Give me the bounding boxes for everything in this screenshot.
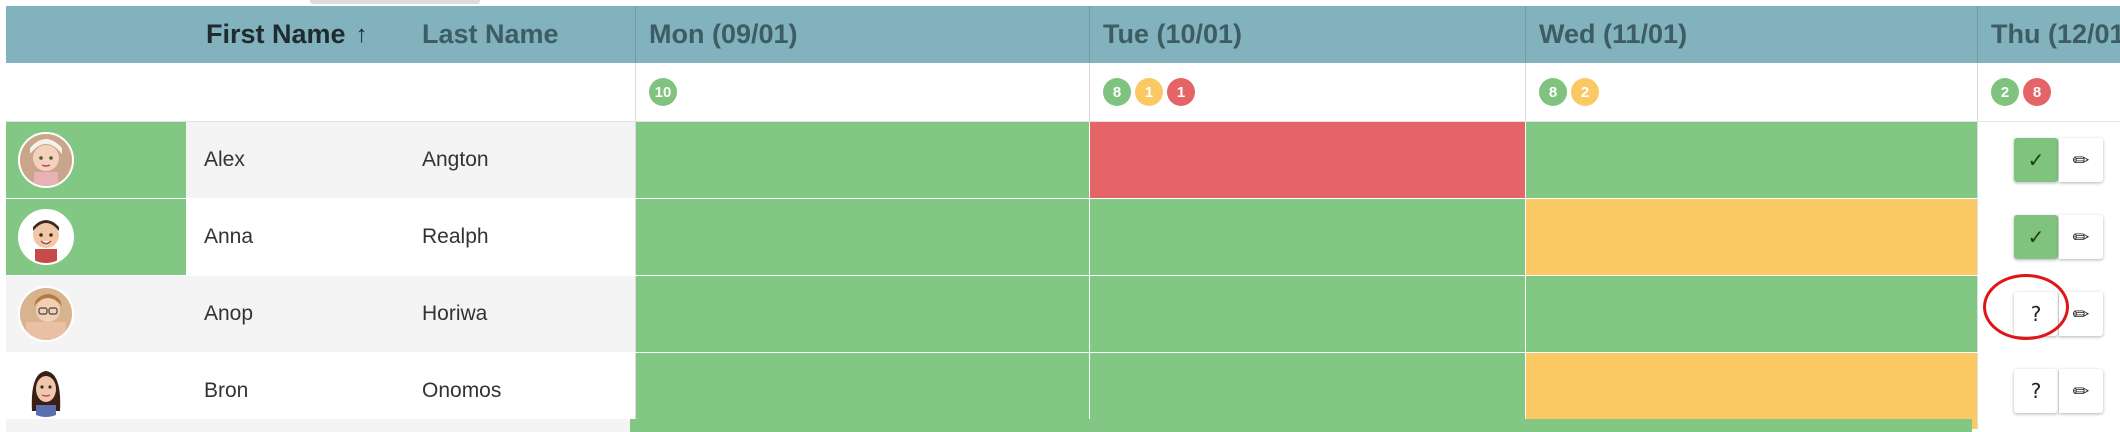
column-header-last-name[interactable]: Last Name [422, 6, 559, 63]
first-name: Anop [204, 302, 254, 325]
column-header-wed[interactable]: Wed (11/01) [1539, 6, 1687, 63]
table-row: Alex Angton ✓ ✏ [6, 122, 2120, 198]
day-cell-tue[interactable] [1090, 353, 1525, 429]
column-header-first-name[interactable]: First Name ↑ [206, 6, 368, 63]
day-cell-thu: ? ✏ [1978, 276, 2120, 352]
divider [1977, 6, 1978, 63]
column-header-tue[interactable]: Tue (10/01) [1103, 6, 1242, 63]
status-button[interactable]: ? [2014, 369, 2058, 413]
count-badge-green: 8 [1539, 78, 1567, 106]
first-name: Alex [204, 148, 245, 171]
summary-badges-wed: 8 2 [1539, 63, 1599, 121]
count-badge-red: 1 [1167, 78, 1195, 106]
avatar-cell [6, 276, 186, 352]
edit-button[interactable]: ✏ [2059, 138, 2103, 182]
avatar [18, 286, 74, 342]
summary-badges-tue: 8 1 1 [1103, 63, 1195, 121]
divider [635, 122, 636, 198]
day-cell-thu: ? ✏ [1978, 353, 2120, 429]
edit-button[interactable]: ✏ [2059, 292, 2103, 336]
name-cell [186, 199, 636, 275]
day-cell-thu: ✓ ✏ [1978, 122, 2120, 198]
column-header-mon[interactable]: Mon (09/01) [649, 6, 798, 63]
name-cell [186, 122, 636, 198]
divider [1525, 63, 1526, 121]
day-cell-tue[interactable] [1090, 276, 1525, 352]
column-header-thu[interactable]: Thu (12/01 [1991, 6, 2120, 63]
pencil-icon: ✏ [2072, 379, 2090, 403]
edit-button[interactable]: ✏ [2059, 215, 2103, 259]
divider [1089, 63, 1090, 121]
day-cell-mon[interactable] [636, 276, 1089, 352]
divider [1977, 63, 1978, 121]
day-cell-wed[interactable] [1526, 276, 1977, 352]
avatar [18, 209, 74, 265]
divider [635, 63, 636, 121]
pencil-icon: ✏ [2072, 225, 2090, 249]
day-cell-tue[interactable] [1090, 199, 1525, 275]
day-cell-wed[interactable] [1526, 353, 1977, 429]
last-name: Onomos [422, 379, 502, 402]
status-button[interactable]: ✓ [2014, 138, 2058, 182]
edit-button[interactable]: ✏ [2059, 369, 2103, 413]
day-label: Mon (09/01) [649, 19, 798, 49]
name-cell [186, 353, 636, 429]
summary-badges-thu: 2 8 [1991, 63, 2051, 121]
avatar [18, 363, 74, 419]
avatar-cell [6, 199, 186, 275]
day-label: Tue (10/01) [1103, 19, 1243, 49]
divider [1089, 6, 1090, 63]
avatar-cell [6, 122, 186, 198]
count-badge-green: 2 [1991, 78, 2019, 106]
first-name: Anna [204, 225, 254, 248]
day-cell-mon[interactable] [636, 122, 1089, 198]
day-cell-mon[interactable] [636, 199, 1089, 275]
arrow-up-icon: ↑ [355, 20, 368, 48]
last-name: Realph [422, 225, 489, 248]
name-cell [186, 276, 636, 352]
table-row: Bron Onomos ? ✏ [6, 353, 2120, 429]
day-label: Thu (12/01 [1991, 19, 2120, 49]
summary-row: 10 8 1 1 8 2 2 8 [6, 63, 2120, 122]
divider [1525, 6, 1526, 63]
last-name: Horiwa [422, 302, 488, 325]
day-cell-tue[interactable] [1090, 122, 1525, 198]
count-badge-green: 10 [649, 78, 677, 106]
count-badge-red: 8 [2023, 78, 2051, 106]
divider [635, 276, 636, 352]
status-button[interactable]: ✓ [2014, 215, 2058, 259]
column-header-label: First Name [206, 19, 346, 49]
count-badge-green: 8 [1103, 78, 1131, 106]
status-button[interactable]: ? [2014, 292, 2058, 336]
table-row: Anop Horiwa ? ✏ [6, 276, 2120, 352]
table-row: Anna Realph ✓ ✏ [6, 199, 2120, 275]
day-cell-thu: ✓ ✏ [1978, 199, 2120, 275]
day-cell-wed[interactable] [1526, 122, 1977, 198]
next-row-partial [630, 419, 1972, 432]
divider [635, 6, 636, 63]
divider [635, 353, 636, 429]
avatar [18, 132, 74, 188]
count-badge-yellow: 1 [1135, 78, 1163, 106]
first-name: Bron [204, 379, 249, 402]
pencil-icon: ✏ [2072, 148, 2090, 172]
day-cell-mon[interactable] [636, 353, 1089, 429]
next-row-partial [6, 419, 630, 432]
day-label: Wed (11/01) [1539, 19, 1688, 49]
summary-badges-mon: 10 [649, 63, 677, 121]
divider [635, 199, 636, 275]
column-header-label: Last Name [422, 19, 559, 49]
count-badge-yellow: 2 [1571, 78, 1599, 106]
avatar-cell [6, 353, 186, 429]
drag-handle [310, 0, 480, 4]
last-name: Angton [422, 148, 489, 171]
day-cell-wed[interactable] [1526, 199, 1977, 275]
grid-header: First Name ↑ Last Name Mon (09/01) Tue (… [6, 6, 2120, 63]
pencil-icon: ✏ [2072, 302, 2090, 326]
